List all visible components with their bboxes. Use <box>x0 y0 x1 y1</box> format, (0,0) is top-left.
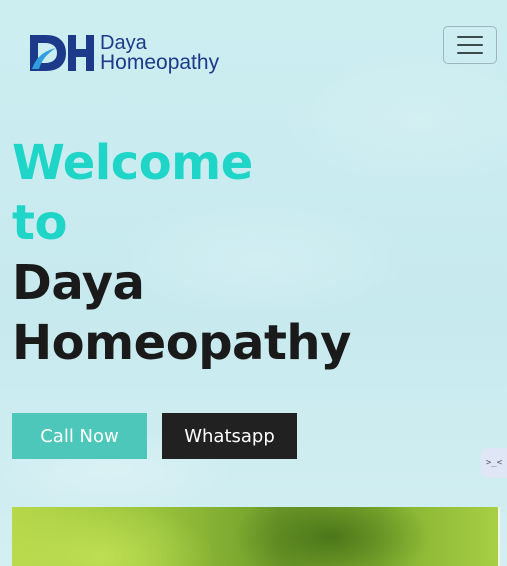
hamburger-menu-icon <box>457 36 483 38</box>
hero-title: Welcome to Daya Homeopathy <box>12 133 351 373</box>
hero-title-to: to <box>12 195 67 251</box>
nav-toggle-button[interactable] <box>443 26 497 64</box>
hero-title-daya: Daya <box>12 255 145 311</box>
hero-title-welcome: Welcome <box>12 135 253 191</box>
brand-logo[interactable]: Daya Homeopathy <box>28 31 219 75</box>
navbar: Daya Homeopathy <box>0 0 507 100</box>
hero-title-homeopathy: Homeopathy <box>12 315 351 371</box>
whatsapp-button[interactable]: Whatsapp <box>162 413 297 459</box>
floating-widget-tab[interactable]: >_< <box>481 448 507 478</box>
hamburger-menu-icon <box>457 44 483 46</box>
hamburger-menu-icon <box>457 52 483 54</box>
brand-name-line1: Daya <box>100 32 147 54</box>
brand-name-line2: Homeopathy <box>100 51 220 74</box>
dh-logo-mark-icon <box>28 31 96 75</box>
call-now-button[interactable]: Call Now <box>12 413 147 459</box>
hero-image <box>12 507 500 566</box>
